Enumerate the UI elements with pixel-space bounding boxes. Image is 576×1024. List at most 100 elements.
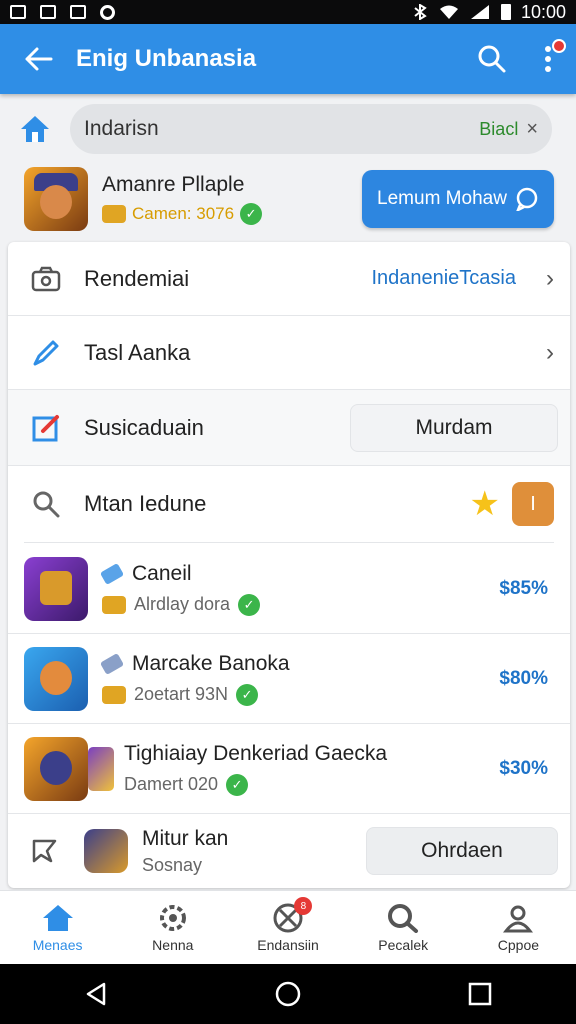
game-percent: $80% (499, 667, 548, 689)
arrow-left-icon (25, 47, 53, 71)
cta-button[interactable]: Lemum Mohaw (362, 170, 554, 228)
user-icon (503, 905, 534, 932)
nav-label: Cppoe (497, 936, 540, 953)
home-button[interactable] (0, 114, 70, 144)
game-subtitle: Sosnay (142, 854, 203, 875)
bottom-nav: Menaes Nenna 8 Endansiin Pecalek Cppoe (0, 890, 576, 964)
photo-icon (70, 5, 86, 19)
camera-icon (31, 266, 61, 291)
nav-label: Menaes (32, 936, 83, 953)
list-item[interactable]: Caneil Alrdlay dora ✓ $85% (8, 544, 570, 634)
game-thumbnail (24, 736, 88, 801)
murdam-select[interactable]: Murdam (350, 403, 558, 452)
avatar (24, 167, 88, 231)
search-icon (33, 491, 60, 518)
search-input[interactable]: Indarisn Biacl × (70, 104, 552, 154)
more-options-button[interactable] (520, 39, 576, 73)
game-title: Tighiaiay Denkeriad Gaecka (124, 741, 388, 765)
game-subtitle: Alrdlay dora (134, 594, 231, 614)
coin-icon (102, 685, 126, 704)
bluetooth-icon (414, 4, 427, 20)
cta-label: Lemum Mohaw (377, 188, 507, 209)
chevron-right-icon: › (546, 338, 554, 366)
more-vertical-icon (545, 46, 551, 72)
row-mtan-iedune[interactable]: Mtan Iedune ★ I (8, 466, 570, 542)
game-subtitle: 2oetart 93N (134, 684, 229, 704)
nav-item-nenna[interactable]: Nenna (115, 891, 230, 964)
game-title: Marcake Banoka (132, 651, 290, 675)
nav-label: Pecalek (378, 936, 429, 953)
nav-item-cppoe[interactable]: Cppoe (461, 891, 576, 964)
home-icon (21, 116, 49, 142)
signal-icon (470, 5, 489, 19)
game-title: Mitur kan (142, 826, 229, 850)
chevron-right-icon: › (546, 264, 554, 292)
row-label: Mtan Iedune (84, 491, 207, 516)
row-label: Susicaduain (84, 414, 204, 440)
edit-icon (32, 414, 59, 441)
game-percent: $30% (499, 757, 548, 779)
game-thumbnail (24, 646, 88, 711)
profile-subtitle: Camen: 3076 (132, 204, 235, 223)
wifi-icon (439, 5, 458, 19)
search-row: Indarisn Biacl × (0, 104, 576, 154)
coin-icon (102, 595, 126, 614)
nav-label: Endansiin (257, 936, 319, 953)
row-susicaduain: Susicaduain Murdam (8, 390, 570, 466)
nav-item-menaes[interactable]: Menaes (0, 891, 115, 964)
page-title: Enig Unbanasia (76, 45, 257, 72)
settings-card: Rendemiai IndanenieTcasia › Tasl Aanka ›… (8, 242, 570, 888)
back-triangle-icon[interactable] (82, 980, 110, 1008)
row-label: Rendemiai (84, 265, 190, 291)
gear-icon (159, 904, 186, 931)
star-icon[interactable]: ★ (470, 484, 500, 524)
recents-square-icon[interactable] (466, 980, 494, 1008)
back-button[interactable] (0, 46, 76, 72)
coin-icon (102, 205, 126, 223)
tag-icon (32, 839, 57, 863)
notification-dot (552, 39, 566, 53)
verified-icon: ✓ (238, 593, 261, 616)
search-tag: Biacl (479, 118, 519, 139)
gallery-icon (10, 5, 26, 19)
sync-icon (100, 4, 115, 20)
profile-header: Amanre Pllaple Camen: 3076 ✓ Lemum Mohaw (0, 166, 576, 232)
verified-icon: ✓ (226, 773, 249, 796)
home-circle-icon[interactable] (274, 980, 302, 1008)
pen-icon (33, 340, 59, 365)
clock: 10:00 (520, 1, 566, 22)
game-title: Caneil (132, 561, 192, 585)
play-icon (40, 5, 56, 19)
list-item[interactable]: Tighiaiay Denkeriad Gaecka Damert 020 ✓ $… (8, 724, 570, 814)
nav-item-endansiin[interactable]: 8 Endansiin (230, 891, 345, 964)
game-subtitle: Damert 020 (124, 774, 219, 794)
row-value: IndanenieTcasia (371, 267, 516, 289)
verified-icon: ✓ (236, 683, 259, 706)
search-value: Indarisn (84, 117, 159, 140)
status-bar: 10:00 (0, 0, 576, 24)
list-item: Mitur kan Sosnay Ohrdaen (8, 814, 570, 888)
search-icon (388, 903, 419, 933)
game-thumbnail (24, 556, 88, 621)
row-label: Tasl Aanka (84, 339, 191, 365)
search-icon (478, 45, 506, 73)
row-badge[interactable]: I (512, 482, 554, 526)
game-percent: $85% (499, 577, 548, 599)
search-button[interactable] (464, 44, 520, 74)
gem-icon (99, 652, 125, 675)
row-tasl-aanka[interactable]: Tasl Aanka › (8, 316, 570, 390)
nav-item-pecalek[interactable]: Pecalek (346, 891, 461, 964)
system-nav-bar (0, 964, 576, 1024)
notification-badge: 8 (294, 897, 313, 915)
home-icon (42, 904, 73, 931)
verified-icon: ✓ (240, 203, 263, 225)
gem-icon (99, 562, 125, 585)
game-thumbnail (84, 829, 128, 873)
nav-label: Nenna (152, 936, 194, 953)
clear-icon[interactable]: × (526, 118, 538, 141)
row-rendemiai[interactable]: Rendemiai IndanenieTcasia › (8, 242, 570, 316)
mini-thumbnail (88, 746, 114, 791)
app-bar: Enig Unbanasia (0, 24, 576, 94)
ohrdaen-button[interactable]: Ohrdaen (366, 827, 558, 875)
list-item[interactable]: Marcake Banoka 2oetart 93N ✓ $80% (8, 634, 570, 724)
